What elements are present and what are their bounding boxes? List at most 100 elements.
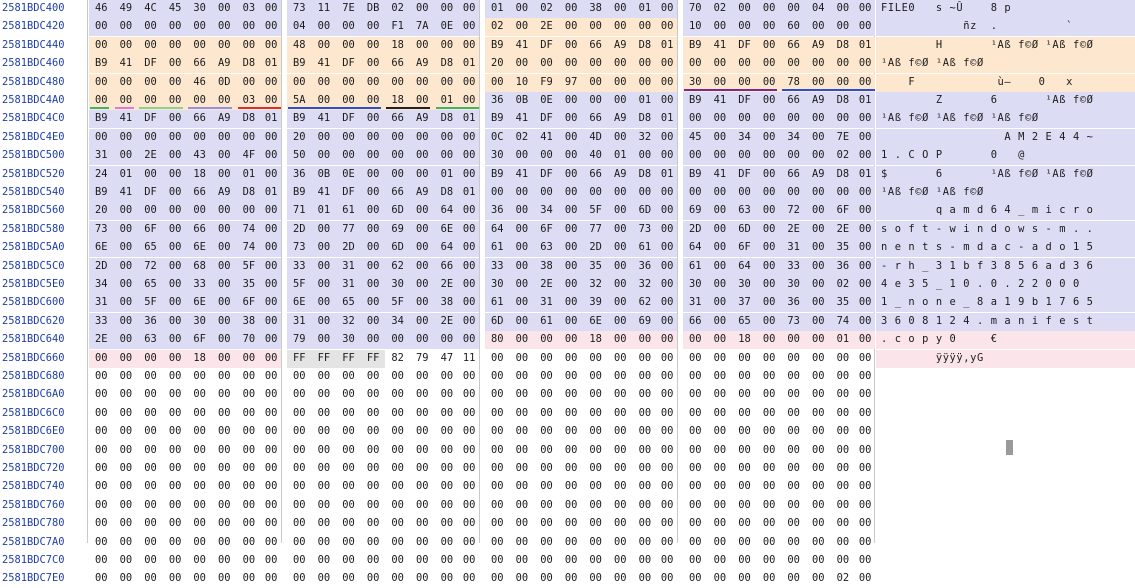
hex-byte[interactable]: 00 [261,405,281,423]
hex-byte[interactable]: 03 [236,0,262,18]
hex-byte[interactable]: 00 [312,552,337,570]
hex-byte[interactable]: 00 [212,515,237,533]
hex-byte[interactable]: 45 [162,0,188,18]
hex-byte[interactable]: 00 [757,515,782,533]
hex-byte[interactable]: 00 [558,110,584,129]
hex-byte[interactable]: 00 [657,552,677,570]
hex-byte[interactable]: 00 [509,147,535,166]
hex-byte[interactable]: 00 [657,276,678,294]
hex-byte[interactable]: 00 [261,36,282,55]
hex-byte[interactable]: 00 [361,570,386,588]
hex-byte[interactable]: 00 [534,442,559,460]
hex-byte[interactable]: 00 [360,239,386,258]
hex-byte[interactable]: 00 [855,368,875,386]
hex-byte[interactable]: 00 [756,36,782,55]
hex-byte[interactable]: 00 [756,312,782,331]
hex-byte[interactable]: 00 [559,552,584,570]
hex-byte[interactable]: 2D [336,239,361,258]
hex-byte[interactable]: A9 [212,110,237,129]
hex-byte[interactable]: 6E [287,294,312,313]
hex-byte[interactable]: 00 [633,405,658,423]
hex-byte[interactable]: 34 [781,128,806,147]
hex-byte[interactable]: A9 [806,36,831,55]
hex-byte[interactable]: 00 [410,497,435,515]
hex-byte[interactable]: 00 [757,405,782,423]
hex-byte[interactable]: FF [287,349,312,368]
hex-byte[interactable]: 00 [756,331,782,350]
hex-byte[interactable]: 50 [287,147,312,166]
hex-byte[interactable]: 30 [485,147,510,166]
hex-byte[interactable]: 00 [855,405,875,423]
hex-byte[interactable]: 00 [113,331,139,350]
hex-byte[interactable]: 02 [534,0,559,18]
hex-byte[interactable]: 00 [459,460,479,478]
hex-byte[interactable]: 00 [831,368,856,386]
hex-byte[interactable]: 00 [633,442,658,460]
hex-byte[interactable]: 00 [855,552,875,570]
hex-byte[interactable]: 6E [583,312,608,331]
hex-byte[interactable]: 00 [633,368,658,386]
hex-byte[interactable]: 47 [435,350,460,368]
hex-byte[interactable]: 00 [583,442,608,460]
hex-byte[interactable]: 00 [261,73,282,92]
hex-byte[interactable]: 00 [459,423,479,441]
hex-byte[interactable]: 00 [732,478,757,496]
hex-byte[interactable]: 00 [608,220,633,239]
hex-byte[interactable]: D8 [434,110,460,129]
hex-byte[interactable]: 00 [485,368,510,386]
hex-byte[interactable]: 00 [633,552,658,570]
hex-byte[interactable]: 00 [360,73,386,92]
hex-byte[interactable]: 00 [138,165,163,184]
hex-byte[interactable]: 00 [608,184,633,202]
hex-byte[interactable]: 20 [287,128,312,147]
hex-byte[interactable]: 00 [261,18,282,37]
hex-byte[interactable]: 00 [360,110,386,129]
hex-byte[interactable]: 00 [708,515,733,533]
hex-byte[interactable]: 4F [236,147,262,166]
hex-byte[interactable]: 00 [138,515,163,533]
ascii-text[interactable] [881,478,1135,496]
hex-byte[interactable]: 7E [336,0,361,18]
hex-byte[interactable]: 00 [509,312,535,331]
hex-byte[interactable]: 00 [89,405,114,423]
hex-byte[interactable]: 01 [261,110,282,129]
hex-byte[interactable]: 00 [608,202,633,221]
hex-byte[interactable]: 00 [509,331,535,350]
hex-byte[interactable]: A9 [806,92,831,110]
hex-byte[interactable]: 00 [707,184,733,202]
hex-byte[interactable]: 00 [657,515,677,533]
hex-byte[interactable]: 00 [435,570,460,588]
hex-byte[interactable]: 00 [187,405,212,423]
hex-byte[interactable]: 00 [683,368,708,386]
hex-byte[interactable]: 01 [608,147,633,166]
hex-byte[interactable]: 00 [632,147,658,166]
hex-byte[interactable]: 31 [781,239,806,258]
hex-byte[interactable]: 11 [459,350,479,368]
hex-byte[interactable]: 00 [361,552,386,570]
hex-byte[interactable]: 2D [287,220,312,239]
hex-byte[interactable]: 41 [113,110,139,129]
hex-byte[interactable]: 74 [830,312,856,331]
hex-byte[interactable]: A9 [410,110,435,129]
hex-byte[interactable]: 00 [435,386,460,404]
hex-byte[interactable]: 00 [360,36,386,55]
hex-byte[interactable]: 00 [485,478,510,496]
hex-byte[interactable]: 6E [434,220,460,239]
hex-byte[interactable]: 65 [138,276,163,294]
hex-byte[interactable]: 00 [855,18,876,37]
hex-byte[interactable]: 00 [757,350,782,368]
ascii-text[interactable]: ¹Aß f©Ø ¹Aß f©Ø [881,184,1135,202]
hex-byte[interactable]: 00 [162,73,188,92]
hex-byte[interactable]: 00 [434,0,460,18]
hex-byte[interactable]: 00 [559,515,584,533]
hex-byte[interactable]: 00 [187,368,212,386]
hex-byte[interactable]: 00 [756,0,782,18]
hex-byte[interactable]: 00 [633,350,658,368]
hex-byte[interactable]: 00 [510,350,535,368]
hex-byte[interactable]: 00 [311,276,337,294]
hex-byte[interactable]: 66 [187,110,212,129]
hex-byte[interactable]: 00 [534,368,559,386]
hex-byte[interactable]: 00 [558,331,584,350]
hex-byte[interactable]: 00 [261,239,282,258]
hex-byte[interactable]: 00 [707,55,733,74]
